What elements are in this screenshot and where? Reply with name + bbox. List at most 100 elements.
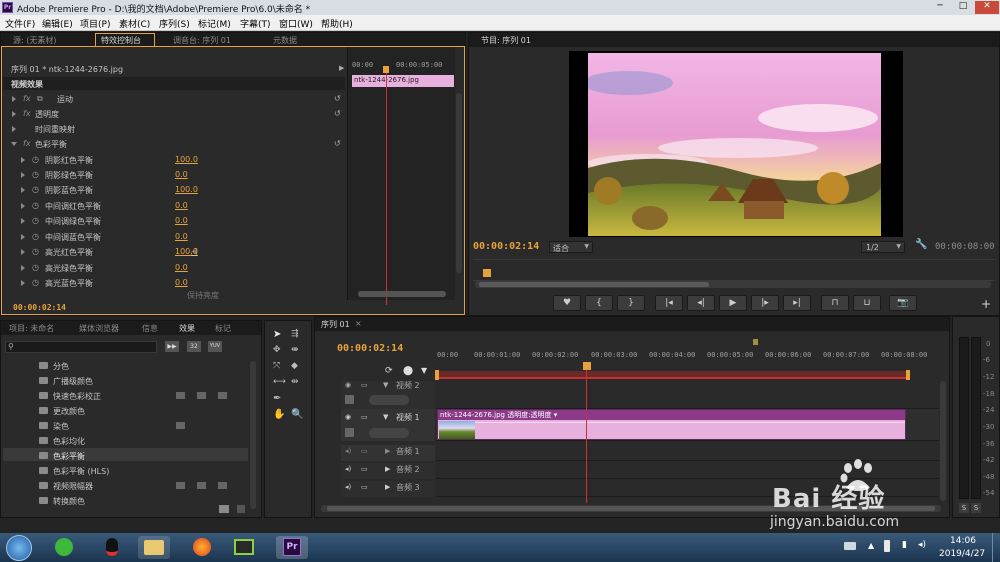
meter-solo-right-button[interactable]: S <box>971 503 981 513</box>
minimize-button[interactable]: ─ <box>929 1 951 14</box>
tab-media-browser[interactable]: 媒体浏览器 <box>79 323 119 334</box>
set-encore-marker-icon[interactable]: ⬤ <box>403 366 413 376</box>
menu-file[interactable]: 文件(F) <box>5 17 35 30</box>
ec-playhead-marker[interactable] <box>383 66 389 73</box>
collapse-arrow-icon[interactable]: ▼ <box>383 381 388 389</box>
expand-arrow-icon[interactable] <box>12 111 16 117</box>
menu-help[interactable]: 帮助(H) <box>321 17 353 30</box>
accelerated-effects-icon[interactable]: ▶▶ <box>165 341 179 352</box>
effect-item-selected[interactable]: 色彩平衡 <box>53 451 85 462</box>
resolution-dropdown[interactable]: 1/2 ▼ <box>861 241 905 253</box>
tray-network-icon[interactable]: ▮ <box>902 540 907 550</box>
param-value[interactable]: 0.0 <box>175 201 188 210</box>
stopwatch-icon[interactable]: ◷ <box>32 263 39 272</box>
wrench-icon[interactable]: 🔧 <box>915 239 927 250</box>
tray-clock-time[interactable]: 14:06 <box>950 536 976 546</box>
step-back-button[interactable]: ◂| <box>687 295 715 311</box>
work-area-end-handle[interactable] <box>906 370 910 380</box>
go-to-in-button[interactable]: |◂ <box>655 295 683 311</box>
lock-icon[interactable]: ▭ <box>361 465 368 473</box>
stopwatch-icon[interactable]: ◷ <box>32 216 39 225</box>
ec-timecode[interactable]: 00:00:02:14 <box>13 303 66 312</box>
keyframe-nav-icon[interactable] <box>369 428 409 438</box>
lock-icon[interactable]: ▭ <box>361 381 368 389</box>
effect-item[interactable]: 快速色彩校正 <box>53 391 101 402</box>
expand-arrow-icon[interactable] <box>12 126 16 132</box>
zoom-tool-icon[interactable]: 🔍 <box>291 409 303 420</box>
effect-row-motion[interactable]: fx ⧉ 运动 ↺ <box>1 92 341 107</box>
collapse-arrow-icon[interactable]: ▼ <box>383 413 388 421</box>
ec-vertical-scrollbar[interactable] <box>456 93 462 273</box>
export-frame-button[interactable]: 📷 <box>889 295 917 311</box>
param-value[interactable]: 0.0 <box>175 232 188 241</box>
pen-tool-icon[interactable]: ✒ <box>273 393 281 404</box>
taskbar-app-firefox-icon[interactable] <box>186 536 218 559</box>
tab-program[interactable]: 节目: 序列 01 <box>481 35 531 46</box>
taskbar-app-explorer-icon[interactable] <box>138 536 170 559</box>
add-marker-button[interactable]: ♥ <box>553 295 581 311</box>
expand-arrow-icon[interactable] <box>21 172 25 178</box>
menu-clip[interactable]: 素材(C) <box>119 17 150 30</box>
program-timecode[interactable]: 00:00:02:14 <box>473 241 539 252</box>
effect-row-color-balance[interactable]: fx 色彩平衡 ↺ <box>1 137 341 152</box>
timeline-timecode[interactable]: 00:00:02:14 <box>337 343 403 354</box>
effect-item[interactable]: 更改颜色 <box>53 406 85 417</box>
start-button-icon[interactable] <box>6 535 32 561</box>
menu-title[interactable]: 字幕(T) <box>240 17 271 30</box>
expand-arrow-icon[interactable] <box>12 96 16 102</box>
timeline-vertical-scrollbar[interactable] <box>940 381 946 501</box>
show-desktop-button[interactable] <box>992 533 1000 562</box>
eye-icon[interactable]: ◉ <box>345 413 351 421</box>
slip-tool-icon[interactable]: ⟷ <box>273 377 286 387</box>
effect-item[interactable]: 染色 <box>53 421 69 432</box>
expand-arrow-icon[interactable]: ▶ <box>385 447 390 455</box>
menu-edit[interactable]: 编辑(E) <box>42 17 73 30</box>
track-video2-lane[interactable] <box>436 381 939 409</box>
param-value[interactable]: 0.0 <box>175 216 188 225</box>
step-forward-button[interactable]: |▸ <box>751 295 779 311</box>
tab-project[interactable]: 项目: 未命名 <box>9 323 54 334</box>
add-button-icon[interactable]: + <box>981 297 991 311</box>
speaker-icon[interactable]: ◂) <box>345 465 351 473</box>
taskbar-app-camtasia-icon[interactable] <box>228 536 260 559</box>
snap-icon[interactable]: ⟳ <box>385 366 393 376</box>
ripple-edit-tool-icon[interactable]: ✥ <box>273 345 281 355</box>
tray-volume-icon[interactable]: ◂) <box>918 540 926 550</box>
menu-project[interactable]: 项目(P) <box>80 17 110 30</box>
lift-button[interactable]: ⊓ <box>821 295 849 311</box>
collapse-arrow-icon[interactable] <box>11 142 17 146</box>
rate-stretch-tool-icon[interactable]: ⤧ <box>273 361 280 371</box>
speaker-icon[interactable]: ◂) <box>345 447 351 455</box>
stopwatch-icon[interactable]: ◷ <box>32 155 39 164</box>
reset-icon[interactable]: ↺ <box>334 109 341 118</box>
stopwatch-icon[interactable]: ◷ <box>32 247 39 256</box>
effect-item[interactable]: 色彩均化 <box>53 436 85 447</box>
tab-sequence[interactable]: 序列 01 <box>321 319 350 330</box>
fit-dropdown[interactable]: 适合 ▼ <box>549 241 593 253</box>
timeline-ruler[interactable]: 00:00 00:00:01:00 00:00:02:00 00:00:03:0… <box>436 347 938 369</box>
expand-arrow-icon[interactable] <box>21 234 25 240</box>
mark-in-button[interactable]: { <box>585 295 613 311</box>
hand-tool-icon[interactable]: ✋ <box>273 409 285 420</box>
close-button[interactable]: ✕ <box>975 1 999 14</box>
tab-audio-mixer[interactable]: 调音台: 序列 01 <box>173 35 231 46</box>
stopwatch-icon[interactable]: ◷ <box>32 185 39 194</box>
extract-button[interactable]: ⊔ <box>853 295 881 311</box>
speaker-icon[interactable]: ◂) <box>345 483 351 491</box>
taskbar-app-premiere-icon[interactable]: Pr <box>276 536 308 559</box>
program-zoom-handle[interactable] <box>479 282 709 287</box>
tab-info[interactable]: 信息 <box>142 323 158 334</box>
effect-item[interactable]: 分色 <box>53 361 69 372</box>
keyframe-nav-icon[interactable] <box>345 428 354 437</box>
tray-keyboard-icon[interactable] <box>844 542 856 550</box>
rolling-edit-tool-icon[interactable]: ⇼ <box>291 345 299 355</box>
expand-arrow-icon[interactable] <box>21 218 25 224</box>
eye-icon[interactable]: ◉ <box>345 381 351 389</box>
tab-metadata[interactable]: 元数据 <box>273 35 297 46</box>
lock-icon[interactable]: ▭ <box>361 483 368 491</box>
effect-item[interactable]: 色彩平衡 (HLS) <box>53 466 109 477</box>
expand-arrow-icon[interactable] <box>21 187 25 193</box>
param-value[interactable]: 0.0 <box>175 170 188 179</box>
expand-arrow-icon[interactable] <box>21 203 25 209</box>
32bit-effects-icon[interactable]: 32 <box>187 341 201 352</box>
